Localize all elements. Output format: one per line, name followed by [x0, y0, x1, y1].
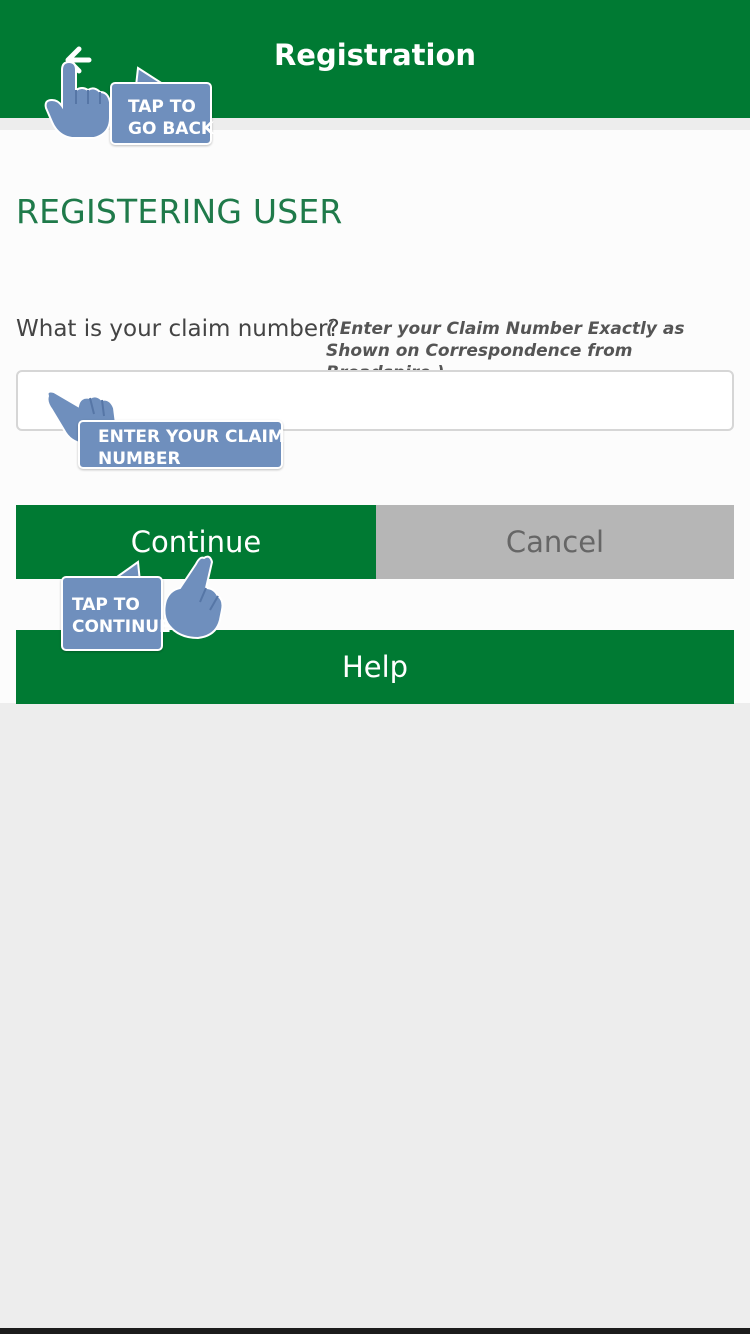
page-title: REGISTERING USER — [16, 192, 343, 231]
callout-text-line: CONTINUE — [72, 617, 171, 637]
callout-text-line: TAP TO — [72, 595, 140, 615]
callout-text-line: TAP TO — [128, 97, 196, 117]
tutorial-callout-claim-number: ENTER YOUR CLAIM NUMBER — [78, 420, 285, 469]
callout-text-line: ENTER YOUR CLAIM — [98, 427, 285, 447]
screen-bottom-edge — [0, 1328, 750, 1334]
tutorial-callout-continue: TAP TO CONTINUE — [61, 576, 171, 651]
tutorial-callout-back: TAP TO GO BACK — [110, 82, 215, 145]
callout-text-line: NUMBER — [98, 449, 181, 469]
claim-number-label: What is your claim number? — [16, 316, 340, 342]
pointing-hand-icon — [44, 60, 111, 139]
pointing-hand-icon — [163, 555, 224, 640]
callout-text-line: GO BACK — [128, 119, 215, 139]
cancel-button[interactable]: Cancel — [376, 505, 734, 579]
